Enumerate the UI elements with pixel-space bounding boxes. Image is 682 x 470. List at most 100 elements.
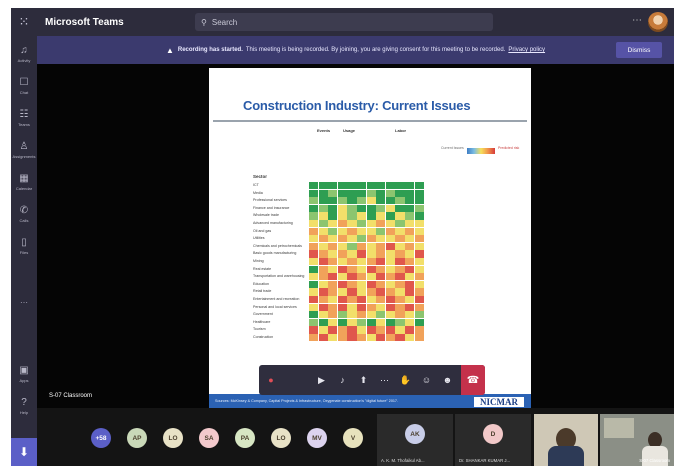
heatmap-cell	[337, 311, 347, 319]
more-options-icon[interactable]: ⋯	[632, 15, 642, 26]
record-button[interactable]: ●	[259, 365, 283, 395]
heatmap-cell	[414, 227, 424, 235]
heatmap-cell	[318, 189, 328, 197]
participant-name: Dr. SHANKAR KUMAR J...	[459, 458, 511, 463]
reactions-button[interactable]: ☺	[416, 365, 437, 395]
privacy-policy-link[interactable]: Privacy policy	[508, 47, 545, 53]
app-launcher-icon[interactable]: ⁙	[11, 8, 37, 36]
heatmap-cell	[405, 280, 415, 289]
hang-up-button[interactable]: ☎	[461, 365, 485, 395]
participants-button[interactable]: ☻	[437, 365, 458, 395]
dismiss-button[interactable]: Dismiss	[616, 42, 662, 58]
participant-avatar[interactable]: AP	[127, 428, 147, 448]
participant-avatar[interactable]: PA	[235, 428, 255, 448]
heatmap-cell	[347, 235, 357, 243]
more-options-button[interactable]: ⋯	[374, 365, 395, 395]
heatmap-cell	[405, 296, 415, 304]
heatmap-cell	[385, 220, 395, 228]
participant-tile[interactable]: D Dr. SHANKAR KUMAR J...	[455, 414, 531, 466]
heatmap-cell	[405, 303, 415, 311]
participant-avatar[interactable]: LO	[163, 428, 183, 448]
rail-item-calls[interactable]: ✆ Calls	[11, 198, 37, 230]
heatmap-cell	[318, 197, 328, 205]
participant-avatar[interactable]: V	[343, 428, 363, 448]
heatmap-cell	[318, 303, 328, 311]
title-bar: ⁙ Microsoft Teams ⚲ Search ⋯	[11, 8, 674, 36]
rail-item-chat[interactable]: ☐ Chat	[11, 70, 37, 102]
more-apps-icon[interactable]: ⋯	[11, 298, 37, 307]
rail-item-activity[interactable]: ♫ Activity	[11, 38, 37, 70]
meeting-stage: Construction Industry: Current Issues Ev…	[37, 64, 674, 410]
heatmap-cell	[309, 265, 319, 273]
heatmap-cell	[405, 288, 415, 296]
heatmap-cell	[347, 204, 357, 213]
heatmap-cell	[414, 273, 424, 281]
classroom-body	[642, 446, 668, 466]
heatmap-cell	[395, 318, 405, 327]
heatmap-cell	[376, 318, 386, 327]
rail-item-help[interactable]: ? Help	[11, 390, 37, 422]
rail-item-files[interactable]: ▯ Files	[11, 230, 37, 262]
heatmap-cell	[385, 242, 395, 251]
heatmap-cell	[414, 204, 424, 213]
bell-icon: ♫	[20, 45, 28, 56]
heatmap-cell	[309, 182, 319, 190]
heatmap-cell	[395, 212, 405, 220]
participant-avatar[interactable]: MV	[307, 428, 327, 448]
shared-slide: Construction Industry: Current Issues Ev…	[209, 68, 531, 410]
rail-label: Calls	[19, 218, 29, 223]
video-tile-classroom[interactable]: S-07 Classroom	[600, 414, 674, 466]
heatmap-cell	[414, 197, 424, 205]
download-icon[interactable]: ⬇	[11, 438, 37, 466]
footer-source: Sources: McKinsey & Company, Capital Pro…	[215, 399, 399, 403]
heatmap-cell	[309, 204, 319, 213]
heatmap-cell	[328, 311, 338, 319]
heatmap-cell	[414, 220, 424, 228]
heatmap-cell	[328, 303, 338, 311]
heatmap-cell	[414, 296, 424, 304]
heatmap-cell	[395, 326, 405, 334]
heatmap-cell	[328, 182, 338, 190]
heatmap-cell	[337, 258, 347, 266]
mic-button[interactable]: ♪	[332, 365, 353, 395]
heatmap-cell	[337, 273, 347, 281]
group-header-labor: Labor	[395, 128, 407, 133]
heatmap-cell	[328, 250, 338, 258]
heatmap-cell	[366, 326, 376, 334]
sector-label: ICT	[253, 183, 259, 187]
left-rail: ♫ Activity ☐ Chat ☷ Teams ♙ Assignments ▦ Calenda…	[11, 36, 37, 466]
nicmar-logo: NICMAR	[473, 396, 525, 408]
heatmap-cell	[414, 242, 424, 251]
heatmap-cell	[357, 227, 367, 235]
heatmap-cell	[309, 326, 319, 334]
participant-avatar[interactable]: LO	[271, 428, 291, 448]
heatmap-cell	[318, 273, 328, 281]
rail-item-calendar[interactable]: ▦ Calendar	[11, 166, 37, 198]
sector-label: Media	[253, 190, 263, 195]
rail-item-apps[interactable]: ▣ Apps	[11, 358, 37, 390]
heatmap-cell	[366, 235, 376, 243]
raise-hand-button[interactable]: ✋	[395, 365, 416, 395]
heatmap-cell	[395, 311, 405, 319]
heatmap-cell	[405, 182, 415, 190]
share-button[interactable]: ⬆	[353, 365, 374, 395]
profile-avatar[interactable]	[648, 12, 668, 32]
camera-button[interactable]: ▶	[311, 365, 332, 395]
heatmap-cell	[376, 235, 386, 243]
overflow-count[interactable]: +58	[91, 428, 111, 448]
heatmap-cell	[318, 265, 328, 273]
heatmap-cell	[376, 258, 386, 266]
heatmap-cell	[376, 250, 386, 258]
rail-item-teams[interactable]: ☷ Teams	[11, 102, 37, 134]
heatmap-cell	[337, 197, 347, 205]
participant-avatar[interactable]: SA	[199, 428, 219, 448]
teams-window: ⁙ Microsoft Teams ⚲ Search ⋯ ♫ Activity ☐ C…	[11, 8, 674, 466]
heatmap-cell	[309, 280, 319, 289]
heatmap-cell	[347, 197, 357, 205]
video-tile-presenter[interactable]	[534, 414, 598, 466]
search-input[interactable]: ⚲ Search	[195, 13, 493, 31]
rail-label: Teams	[18, 122, 30, 127]
rail-item-assignments[interactable]: ♙ Assignments	[11, 134, 37, 166]
participants-strip: +58 S-07 Classroom AP LO SA PA LO MV V AK A. K. …	[37, 408, 674, 466]
participant-tile[interactable]: AK A. K. M. Thofaikul Ab...	[377, 414, 453, 466]
